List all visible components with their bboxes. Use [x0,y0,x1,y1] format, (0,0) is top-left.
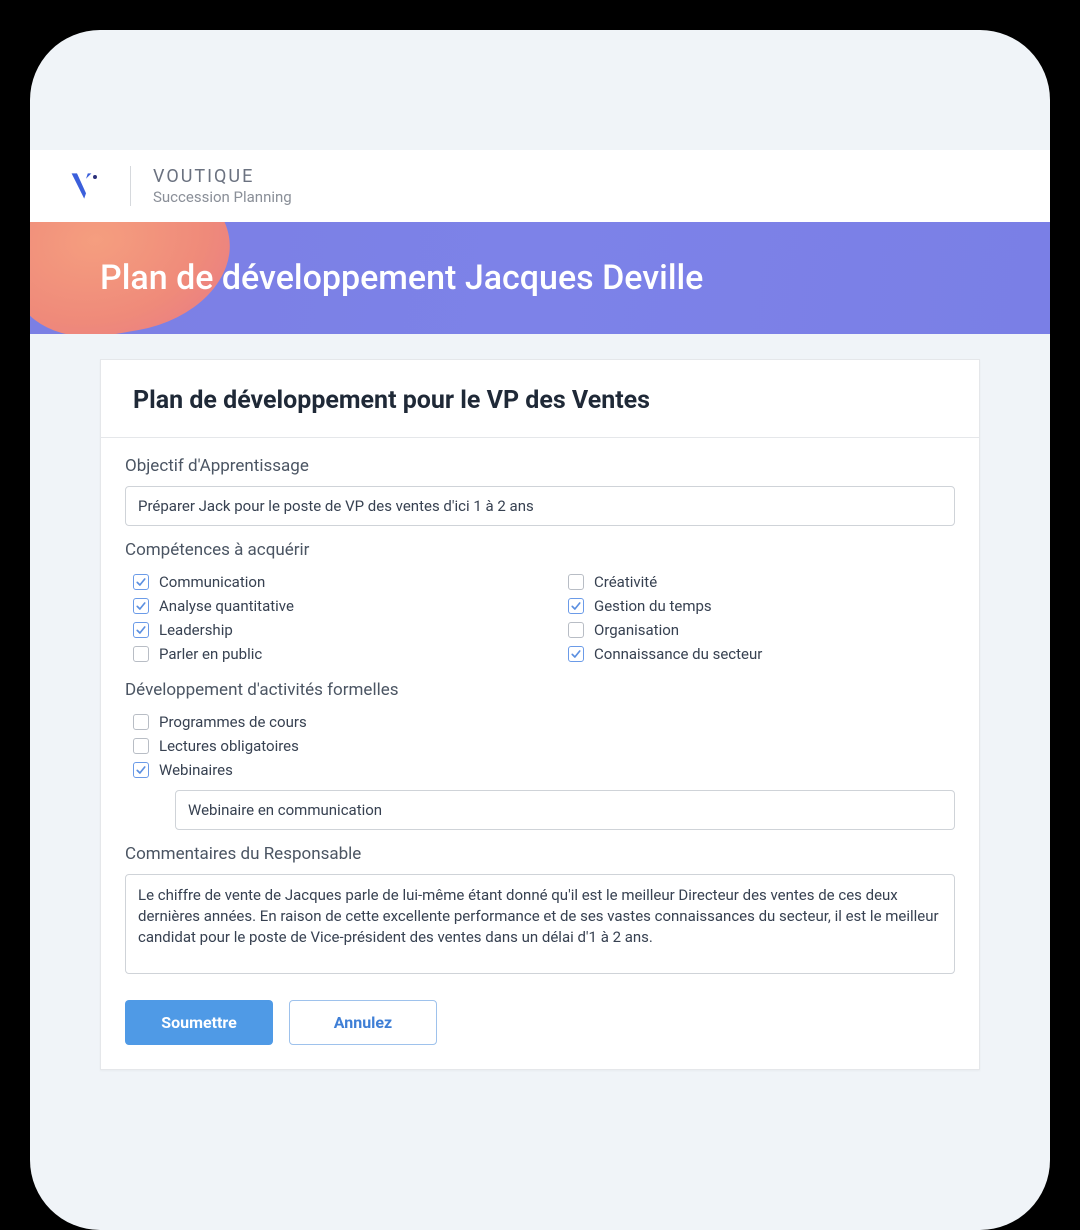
skill-row: Connaissance du secteur [568,642,955,666]
divider [130,166,131,206]
skill-label: Créativité [594,573,657,591]
skill-label: Leadership [159,621,233,639]
skills-label: Compétences à acquérir [125,540,955,560]
form-card: Plan de développement pour le VP des Ven… [100,359,980,1070]
skill-checkbox[interactable] [568,598,584,614]
skill-row: Parler en public [133,642,520,666]
skill-checkbox[interactable] [133,598,149,614]
skill-row: Gestion du temps [568,594,955,618]
skill-label: Analyse quantitative [159,597,294,615]
skill-label: Gestion du temps [594,597,712,615]
activity-label: Programmes de cours [159,713,307,731]
device-frame: VOUTIQUE Succession Planning Plan de dév… [30,30,1050,1230]
brand-subtitle: Succession Planning [153,188,292,206]
objective-label: Objectif d'Apprentissage [125,456,955,476]
skill-row: Analyse quantitative [133,594,520,618]
skills-grid: Communication Analyse quantitative Leaders… [125,570,955,666]
skill-row: Communication [133,570,520,594]
cancel-button[interactable]: Annulez [289,1000,437,1045]
card-title: Plan de développement pour le VP des Ven… [101,360,979,438]
activities-list: Programmes de cours Lectures obligatoires… [125,710,955,782]
activity-label: Lectures obligatoires [159,737,299,755]
skill-checkbox[interactable] [568,646,584,662]
card-body: Objectif d'Apprentissage Compétences à a… [101,438,979,1069]
hero-banner: Plan de développement Jacques Deville [30,222,1050,334]
skill-checkbox[interactable] [133,646,149,662]
activity-checkbox[interactable] [133,762,149,778]
page-title: Plan de développement Jacques Deville [100,258,703,298]
skill-row: Leadership [133,618,520,642]
comments-textarea[interactable] [125,874,955,974]
objective-input[interactable] [125,486,955,526]
comments-label: Commentaires du Responsable [125,844,955,864]
skill-checkbox[interactable] [568,622,584,638]
skill-label: Communication [159,573,265,591]
brand-text: VOUTIQUE Succession Planning [153,166,292,206]
skill-row: Organisation [568,618,955,642]
skill-label: Connaissance du secteur [594,645,762,663]
activity-row: Programmes de cours [133,710,955,734]
activities-label: Développement d'activités formelles [125,680,955,700]
skills-column-1: Communication Analyse quantitative Leaders… [125,570,520,666]
button-row: Soumettre Annulez [125,1000,955,1045]
skills-column-2: Créativité Gestion du temps Organisation Co… [560,570,955,666]
submit-button[interactable]: Soumettre [125,1000,273,1045]
skill-checkbox[interactable] [133,574,149,590]
top-bar: VOUTIQUE Succession Planning [30,150,1050,222]
brand-logo-icon [68,168,104,204]
activity-checkbox[interactable] [133,738,149,754]
skill-checkbox[interactable] [568,574,584,590]
activity-detail-input[interactable] [175,790,955,830]
activity-label: Webinaires [159,761,233,779]
app-shell: VOUTIQUE Succession Planning Plan de dév… [30,30,1050,1070]
skill-label: Parler en public [159,645,262,663]
brand-name: VOUTIQUE [153,166,292,188]
activity-checkbox[interactable] [133,714,149,730]
skill-checkbox[interactable] [133,622,149,638]
skill-label: Organisation [594,621,679,639]
activity-row: Webinaires [133,758,955,782]
activity-row: Lectures obligatoires [133,734,955,758]
skill-row: Créativité [568,570,955,594]
